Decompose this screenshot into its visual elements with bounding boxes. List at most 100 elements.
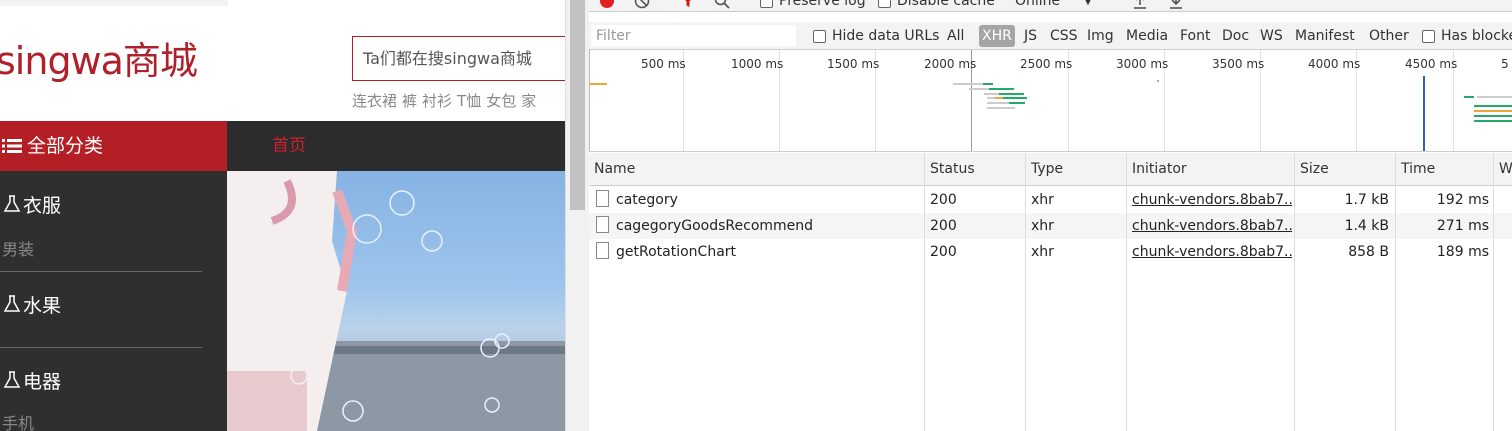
time-cell: 271 ms xyxy=(1436,218,1489,234)
banner-photo xyxy=(227,171,565,431)
type-filter-manifest[interactable]: Manifest xyxy=(1292,25,1358,47)
type-filter-ws[interactable]: WS xyxy=(1257,25,1286,47)
type-filter-font[interactable]: Font xyxy=(1177,25,1213,47)
import-har-button[interactable] xyxy=(1132,0,1148,12)
column-divider[interactable] xyxy=(1493,153,1494,431)
category-label: 衣服 xyxy=(23,194,62,217)
timeline-bar xyxy=(953,83,983,85)
status-cell: 200 xyxy=(930,218,957,234)
column-header-size[interactable]: Size xyxy=(1295,153,1329,186)
throttling-select[interactable]: Online ▼ xyxy=(1015,0,1105,12)
hot-word[interactable]: 连衣裙 xyxy=(352,92,397,110)
tick-label: 2000 ms xyxy=(924,57,977,71)
column-header-time[interactable]: Time xyxy=(1396,153,1435,186)
throttling-value: Online xyxy=(1015,0,1061,9)
timeline-bar xyxy=(1009,102,1025,104)
category-item[interactable]: 电器 手机 xyxy=(0,368,61,431)
tick-label: 3000 ms xyxy=(1116,57,1169,71)
search-input[interactable] xyxy=(353,37,565,80)
timeline-bar xyxy=(1464,96,1474,98)
search-box[interactable] xyxy=(352,36,565,81)
timeline-bar xyxy=(1474,105,1512,107)
upload-icon xyxy=(1134,0,1146,9)
filter-input[interactable] xyxy=(591,25,796,46)
table-row[interactable]: getRotationChart 200 xhr chunk-vendors.8… xyxy=(589,239,1512,265)
filter-toggle-button[interactable] xyxy=(680,0,696,12)
column-header-initiator[interactable]: Initiator xyxy=(1127,153,1187,186)
column-divider[interactable] xyxy=(1126,153,1127,431)
type-filter-img[interactable]: Img xyxy=(1084,25,1117,47)
devtools-network-panel: Preserve log Disable cache Online ▼ Hide… xyxy=(589,0,1512,431)
has-blocked-checkbox[interactable]: Has blocke xyxy=(1422,22,1512,50)
initiator-link[interactable]: chunk-vendors.8bab7... xyxy=(1132,239,1292,265)
subcategory-link[interactable]: 手机 xyxy=(2,410,34,431)
site-logo[interactable]: singwa商城 xyxy=(0,30,198,85)
record-button[interactable] xyxy=(599,0,615,12)
hide-data-urls-checkbox[interactable]: Hide data URLs xyxy=(813,22,939,50)
column-header-name[interactable]: Name xyxy=(589,153,635,186)
type-filter-js[interactable]: JS xyxy=(1021,25,1040,47)
disable-cache-checkbox[interactable]: Disable cache xyxy=(878,0,995,12)
carousel-banner-image[interactable] xyxy=(227,171,565,431)
clear-icon xyxy=(634,0,650,9)
column-divider[interactable] xyxy=(1294,153,1295,431)
column-header-type[interactable]: Type xyxy=(1026,153,1063,186)
checkbox[interactable] xyxy=(760,0,773,8)
initiator-link[interactable]: chunk-vendors.8bab7... xyxy=(1132,213,1292,239)
hot-word[interactable]: T恤 xyxy=(457,92,481,110)
column-divider[interactable] xyxy=(1025,153,1026,431)
file-icon xyxy=(596,190,609,207)
column-header-waterfall[interactable]: W xyxy=(1494,153,1512,186)
checkbox[interactable] xyxy=(813,29,826,43)
nav-home-link[interactable]: 首页 xyxy=(272,121,306,171)
export-har-button[interactable] xyxy=(1168,0,1184,12)
type-filter-other[interactable]: Other xyxy=(1366,25,1412,47)
hot-word[interactable]: 衬衫 xyxy=(422,92,452,110)
timeline-bar xyxy=(984,93,999,95)
search-icon xyxy=(714,0,730,9)
type-filter-media[interactable]: Media xyxy=(1123,25,1171,47)
type-filter-all[interactable]: All xyxy=(944,25,967,47)
type-filter-css[interactable]: CSS xyxy=(1047,25,1081,47)
timeline-bar xyxy=(589,83,607,85)
scrollbar-thumb[interactable] xyxy=(570,0,585,210)
type-filter-doc[interactable]: Doc xyxy=(1219,25,1252,47)
has-blocked-label: Has blocke xyxy=(1441,28,1512,44)
search-button[interactable] xyxy=(714,0,730,12)
clear-button[interactable] xyxy=(634,0,650,12)
column-divider[interactable] xyxy=(1395,153,1396,431)
category-item[interactable]: 衣服 男装 xyxy=(0,192,62,260)
timeline-bar xyxy=(1474,110,1512,112)
column-divider[interactable] xyxy=(924,153,925,431)
preserve-log-label: Preserve log xyxy=(779,0,866,9)
category-sidebar: 衣服 男装 水果 电器 手机 xyxy=(0,171,227,431)
tick-label: 3500 ms xyxy=(1212,57,1265,71)
page-scrollbar[interactable] xyxy=(565,0,589,431)
network-toolbar: Preserve log Disable cache Online ▼ xyxy=(589,0,1512,12)
top-strip xyxy=(0,0,228,6)
request-name-cell: getRotationChart xyxy=(589,239,919,265)
hot-word[interactable]: 家 xyxy=(521,92,536,110)
checkbox[interactable] xyxy=(1422,29,1435,43)
timeline-bar xyxy=(983,83,993,85)
type-cell: xhr xyxy=(1031,192,1054,208)
all-categories-button[interactable]: 全部分类 xyxy=(0,121,227,171)
timeline-bar xyxy=(995,97,1003,99)
hot-word[interactable]: 女包 xyxy=(486,92,516,110)
preserve-log-checkbox[interactable]: Preserve log xyxy=(760,0,866,12)
type-filter-xhr[interactable]: XHR xyxy=(979,25,1015,47)
checkbox[interactable] xyxy=(878,0,891,8)
hot-words: 连衣裙裤衬衫 T恤 女包家 xyxy=(352,90,541,111)
table-row[interactable]: cagegoryGoodsRecommend 200 xhr chunk-ven… xyxy=(589,213,1512,239)
filter-bar: Hide data URLs All XHR JS CSS Img Media … xyxy=(589,22,1512,50)
hot-word[interactable]: 裤 xyxy=(402,92,417,110)
network-overview-timeline[interactable]: 500 ms 1000 ms 1500 ms 2000 ms 2500 ms 3… xyxy=(589,50,1512,152)
timeline-bar xyxy=(1477,96,1512,98)
table-row[interactable]: category 200 xhr chunk-vendors.8bab7... … xyxy=(589,187,1512,213)
subcategory-link[interactable]: 男装 xyxy=(2,236,34,260)
initiator-link[interactable]: chunk-vendors.8bab7... xyxy=(1132,187,1292,213)
category-item[interactable]: 水果 xyxy=(0,292,61,317)
flask-icon xyxy=(3,295,21,312)
column-header-status[interactable]: Status xyxy=(925,153,975,186)
divider xyxy=(0,271,202,272)
